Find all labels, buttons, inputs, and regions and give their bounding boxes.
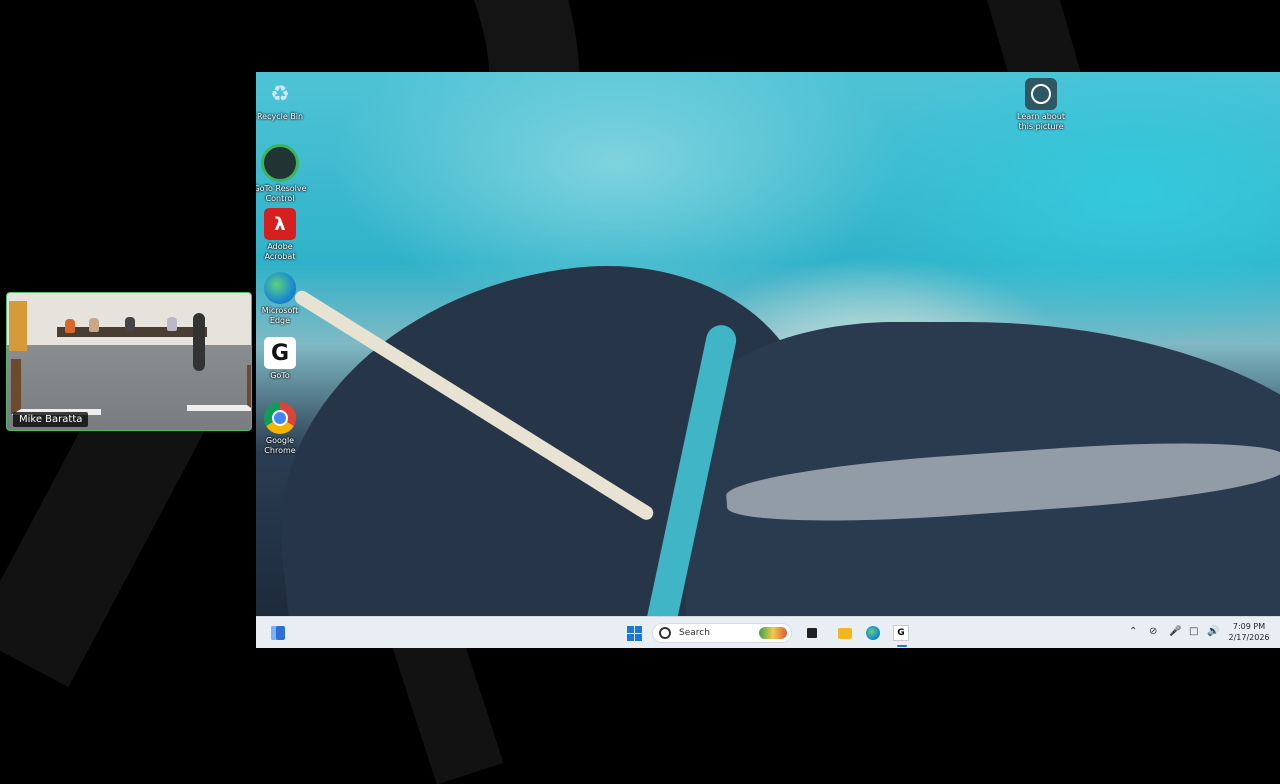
webcam-scene-person — [125, 317, 135, 331]
network-offline-icon[interactable]: ⊘ — [1149, 626, 1157, 637]
display-icon[interactable]: □ — [1189, 626, 1198, 637]
windows-logo-icon — [626, 625, 642, 641]
task-view-icon — [807, 628, 817, 638]
clock-date: 2/17/2026 — [1228, 633, 1270, 642]
acrobat-icon: λ — [264, 208, 296, 240]
camera-icon — [1025, 78, 1057, 110]
webcam-scene-person — [89, 318, 99, 332]
webcam-scene-door — [9, 301, 27, 351]
learn-about-picture[interactable]: Learn about this picture — [1013, 78, 1069, 132]
webcam-scene-person — [193, 313, 205, 371]
recycle-bin-icon: ♻ — [270, 81, 290, 107]
chrome-icon — [264, 402, 296, 434]
shared-screen: ♻ Recycle Bin GoTo Resolve Control λ Ado… — [256, 72, 1280, 648]
desktop-icon-recycle-bin[interactable]: ♻ Recycle Bin — [256, 78, 308, 122]
taskbar-search-box[interactable]: Search — [652, 623, 792, 643]
desktop-icon-google-chrome[interactable]: Google Chrome — [256, 402, 308, 456]
taskbar-clock[interactable]: 7:09 PM 2/17/2026 — [1224, 621, 1274, 643]
goto-icon: G — [264, 337, 296, 369]
chevron-up-icon[interactable]: ⌃ — [1129, 626, 1137, 637]
start-button[interactable] — [624, 623, 644, 643]
webcam-scene-person — [167, 317, 177, 331]
search-highlight-icon — [759, 627, 787, 639]
desktop-icon-label: GoTo — [270, 371, 290, 380]
edge-icon — [866, 626, 880, 640]
microphone-icon[interactable]: 🎤 — [1169, 626, 1181, 637]
edge-icon — [264, 272, 296, 304]
desktop-icon-label: GoTo Resolve Control — [256, 184, 307, 203]
widgets-icon — [271, 626, 285, 640]
desktop-icon-label: Adobe Acrobat — [264, 242, 296, 261]
widgets-button[interactable] — [268, 623, 288, 643]
desktop-icon-label: Google Chrome — [264, 436, 296, 455]
clock-time: 7:09 PM — [1232, 622, 1266, 631]
participant-name-label: Mike Baratta — [13, 412, 89, 427]
webcam-scene-chairs — [11, 359, 101, 415]
goto-icon: G — [893, 625, 909, 641]
desktop-icon-goto[interactable]: G GoTo — [256, 337, 308, 381]
volume-icon[interactable]: 🔊 — [1207, 626, 1219, 637]
desktop-wallpaper — [256, 72, 1280, 648]
webcam-scene-chairs — [187, 365, 251, 411]
folder-icon — [838, 627, 852, 639]
learn-about-picture-label: Learn about this picture — [1017, 112, 1065, 131]
desktop-icon-label: Microsoft Edge — [261, 306, 299, 325]
webcam-thumbnail[interactable]: Mike Baratta — [6, 292, 252, 431]
task-view-button[interactable] — [804, 623, 820, 643]
desktop-icon-goto-control[interactable]: GoTo Resolve Control — [256, 144, 308, 204]
taskbar: Search G ⌃ ⊘ 🎤 □ 🔊 7:09 PM 2/17/2026 — [256, 616, 1280, 648]
desktop-icon-adobe-acrobat[interactable]: λ Adobe Acrobat — [256, 208, 308, 262]
webcam-scene-person — [65, 319, 75, 333]
search-icon — [659, 627, 671, 639]
edge-taskbar-button[interactable] — [864, 623, 882, 643]
active-app-indicator — [897, 645, 907, 647]
file-explorer-button[interactable] — [836, 623, 854, 643]
search-label: Search — [679, 628, 710, 638]
goto-control-icon — [261, 144, 299, 182]
desktop-icon-microsoft-edge[interactable]: Microsoft Edge — [256, 272, 308, 326]
desktop-icon-label: Recycle Bin — [256, 112, 304, 121]
goto-taskbar-button[interactable]: G — [892, 623, 910, 643]
